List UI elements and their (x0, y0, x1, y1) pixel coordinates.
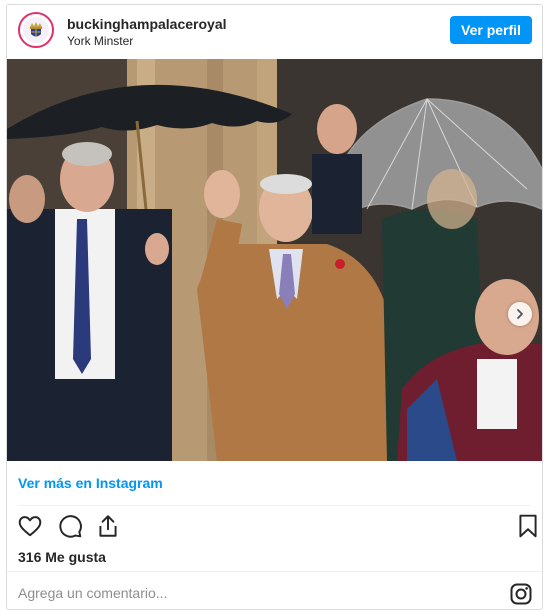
heart-icon[interactable] (17, 513, 45, 541)
instagram-icon[interactable] (509, 582, 533, 606)
bookmark-icon[interactable] (515, 513, 543, 541)
royal-crest-icon (23, 17, 49, 43)
post-photo[interactable] (7, 59, 542, 461)
action-bar (15, 513, 537, 543)
username[interactable]: buckinghampalaceroyal (67, 16, 227, 32)
post-photo-image (7, 59, 542, 461)
comment-input[interactable] (18, 579, 488, 607)
location[interactable]: York Minster (67, 34, 133, 48)
divider (7, 571, 542, 572)
view-more-on-instagram-link[interactable]: Ver más en Instagram (18, 475, 163, 491)
likes-count[interactable]: 316 Me gusta (18, 549, 106, 565)
chevron-right-icon[interactable] (508, 302, 532, 326)
divider (18, 505, 531, 506)
post-header: buckinghampalaceroyal York Minster Ver p… (7, 5, 542, 59)
share-icon[interactable] (95, 513, 123, 541)
profile-avatar[interactable] (18, 12, 54, 48)
instagram-embed: buckinghampalaceroyal York Minster Ver p… (6, 4, 543, 610)
view-profile-button[interactable]: Ver perfil (450, 16, 532, 44)
comment-icon[interactable] (57, 513, 85, 541)
